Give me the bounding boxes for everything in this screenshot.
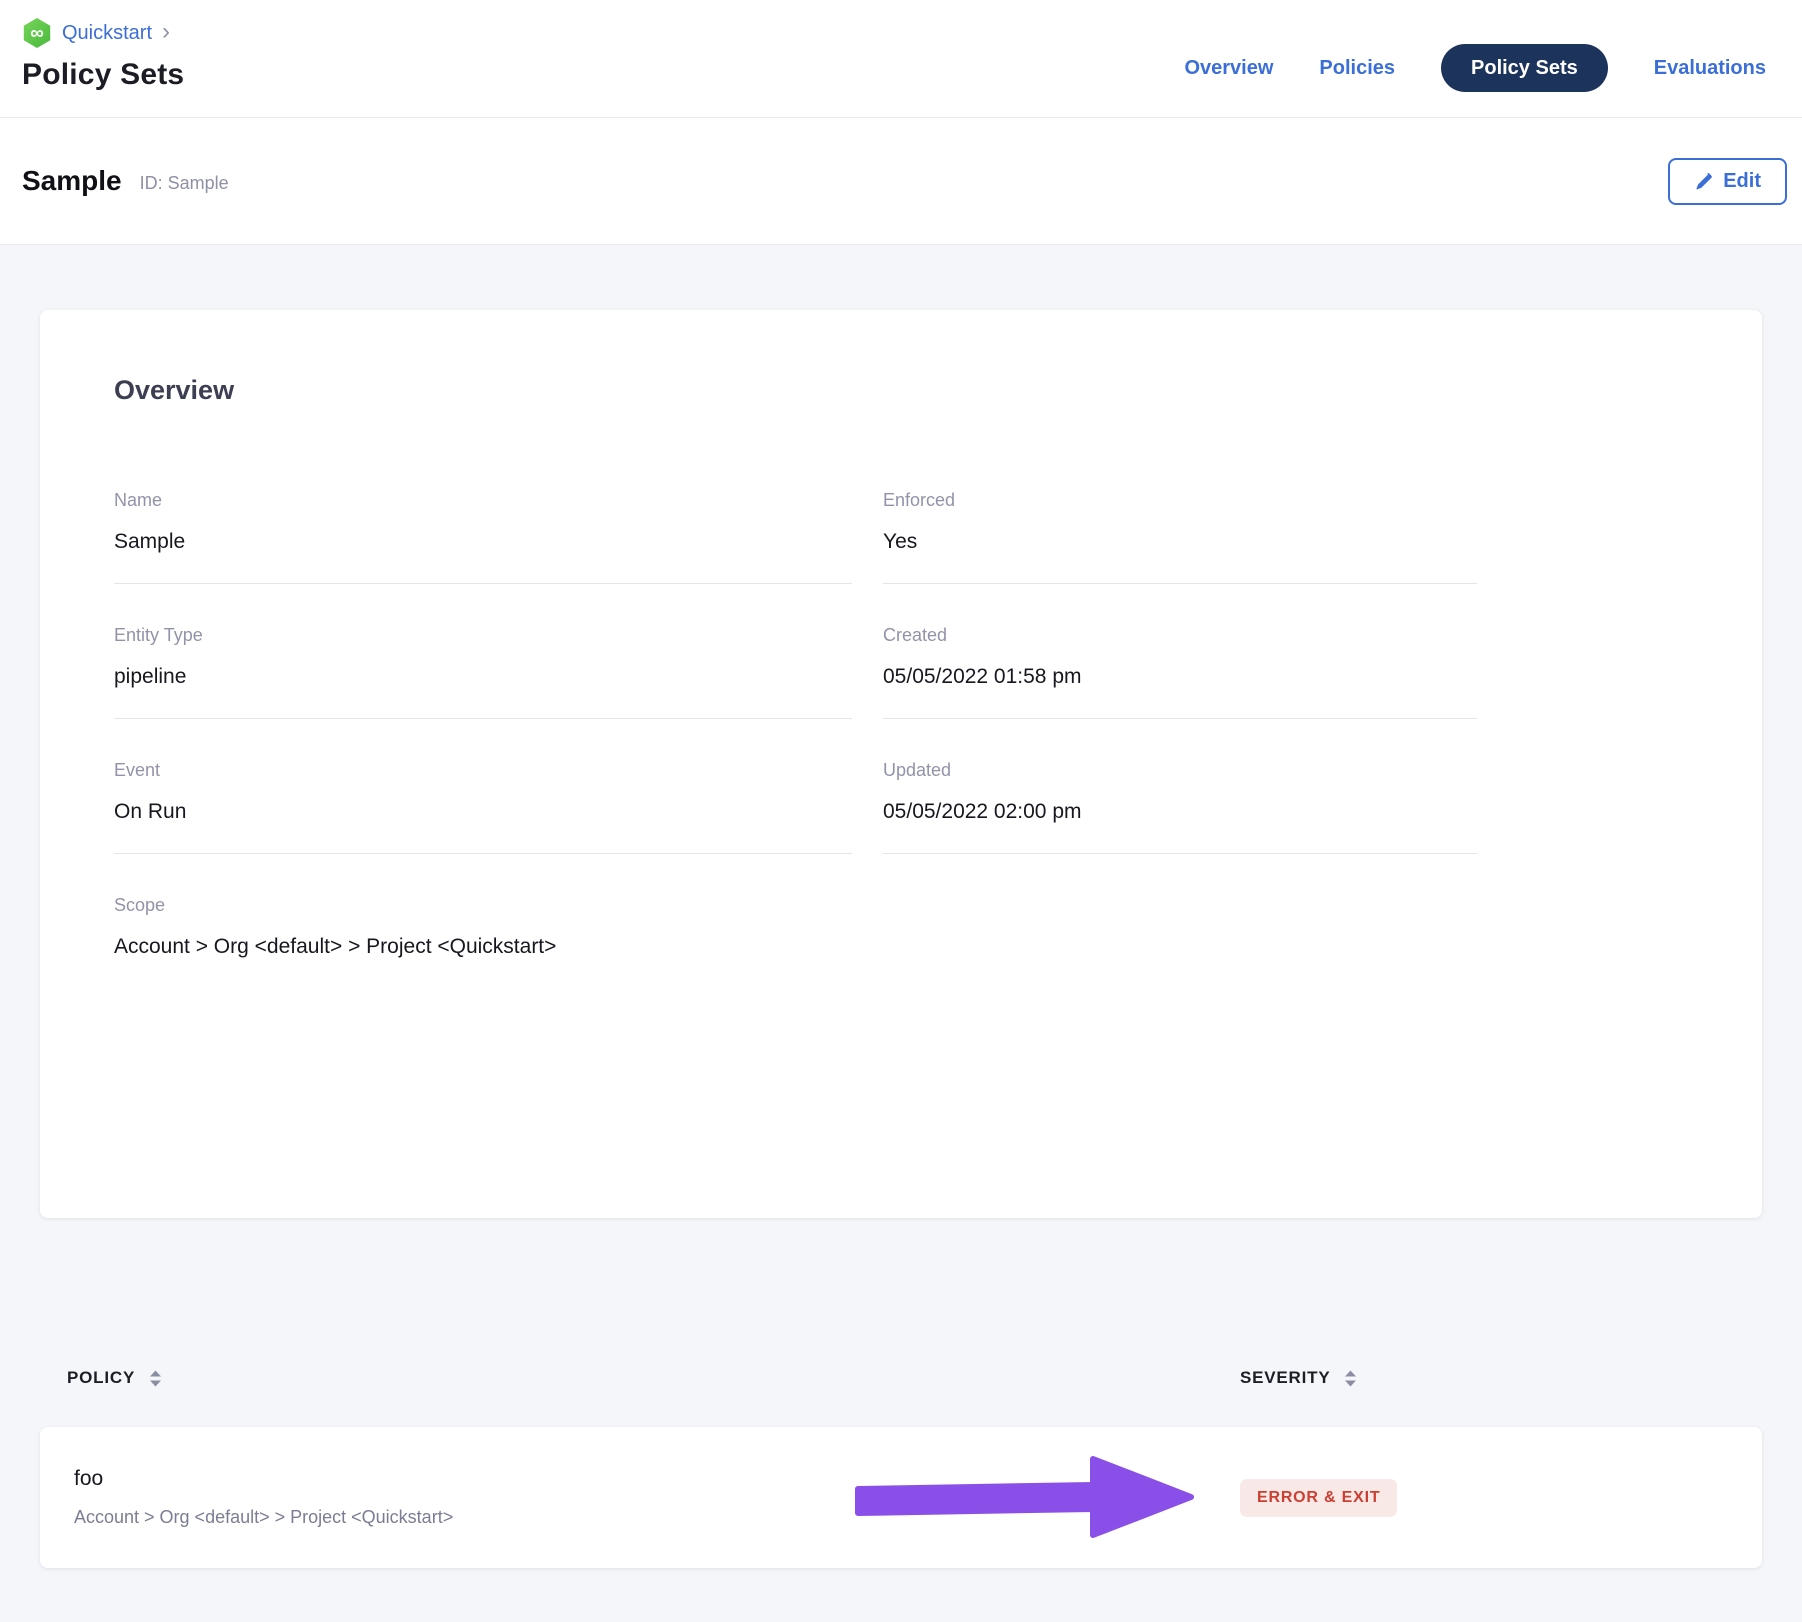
field-created: Created 05/05/2022 01:58 pm: [883, 624, 1477, 719]
overview-fields-right: Enforced Yes Created 05/05/2022 01:58 pm…: [883, 489, 1477, 854]
field-label: Event: [114, 759, 852, 781]
field-value: 05/05/2022 02:00 pm: [883, 799, 1477, 825]
nav-tab-policies[interactable]: Policies: [1319, 57, 1395, 80]
field-name: Name Sample: [114, 489, 852, 584]
sort-icon: [149, 1370, 162, 1387]
column-label: SEVERITY: [1240, 1368, 1330, 1388]
policy-table-header: POLICY SEVERITY: [40, 1218, 1762, 1427]
top-nav: Overview Policies Policy Sets Evaluation…: [1184, 44, 1766, 92]
field-label: Created: [883, 624, 1477, 646]
field-label: Name: [114, 489, 852, 511]
field-label: Scope: [114, 894, 852, 916]
breadcrumb-link-quickstart[interactable]: Quickstart: [62, 22, 152, 45]
page-title: Policy Sets: [22, 58, 184, 92]
field-label: Updated: [883, 759, 1477, 781]
entity-name: Sample: [22, 165, 122, 197]
column-header-policy[interactable]: POLICY: [67, 1368, 1202, 1388]
pencil-icon: [1694, 172, 1713, 191]
field-value: On Run: [114, 799, 852, 825]
overview-card: Overview Name Sample Entity Type pipelin…: [40, 310, 1762, 1218]
severity-cell: ERROR & EXIT: [1202, 1479, 1762, 1517]
field-label: Enforced: [883, 489, 1477, 511]
field-entity-type: Entity Type pipeline: [114, 624, 852, 719]
header-left: ∞ Quickstart › Policy Sets: [22, 0, 184, 117]
policy-table-row[interactable]: foo Account > Org <default> > Project <Q…: [40, 1427, 1762, 1568]
field-value: 05/05/2022 01:58 pm: [883, 664, 1477, 690]
severity-badge: ERROR & EXIT: [1240, 1479, 1397, 1517]
overview-fields-left: Name Sample Entity Type pipeline Event O…: [114, 489, 852, 988]
field-updated: Updated 05/05/2022 02:00 pm: [883, 759, 1477, 854]
policy-sets-page: ∞ Quickstart › Policy Sets Overview Poli…: [0, 0, 1802, 1622]
entity-subheader: Sample ID: Sample Edit: [0, 118, 1802, 245]
nav-tab-policy-sets[interactable]: Policy Sets: [1441, 44, 1608, 92]
entity-id: ID: Sample: [140, 173, 229, 194]
policy-cell: foo Account > Org <default> > Project <Q…: [40, 1467, 1202, 1528]
nav-tab-evaluations[interactable]: Evaluations: [1654, 57, 1766, 80]
field-value: pipeline: [114, 664, 852, 690]
project-icon: ∞: [22, 18, 52, 48]
edit-button[interactable]: Edit: [1668, 158, 1787, 205]
policy-name: foo: [74, 1467, 1202, 1491]
column-label: POLICY: [67, 1368, 135, 1388]
field-value: Sample: [114, 529, 852, 555]
edit-button-label: Edit: [1723, 170, 1761, 193]
field-event: Event On Run: [114, 759, 852, 854]
page-header: ∞ Quickstart › Policy Sets Overview Poli…: [0, 0, 1802, 118]
infinity-glyph: ∞: [30, 24, 44, 43]
overview-fields: Name Sample Entity Type pipeline Event O…: [114, 489, 1688, 988]
column-header-severity[interactable]: SEVERITY: [1202, 1368, 1762, 1388]
field-label: Entity Type: [114, 624, 852, 646]
chevron-right-icon: ›: [162, 20, 170, 44]
breadcrumb: ∞ Quickstart ›: [22, 18, 184, 48]
overview-card-title: Overview: [114, 375, 1688, 406]
nav-tab-overview[interactable]: Overview: [1184, 57, 1273, 80]
field-value: Account > Org <default> > Project <Quick…: [114, 934, 852, 960]
policy-scope: Account > Org <default> > Project <Quick…: [74, 1507, 1202, 1528]
sort-icon: [1344, 1370, 1357, 1387]
field-value: Yes: [883, 529, 1477, 555]
field-enforced: Enforced Yes: [883, 489, 1477, 584]
field-scope: Scope Account > Org <default> > Project …: [114, 894, 852, 988]
